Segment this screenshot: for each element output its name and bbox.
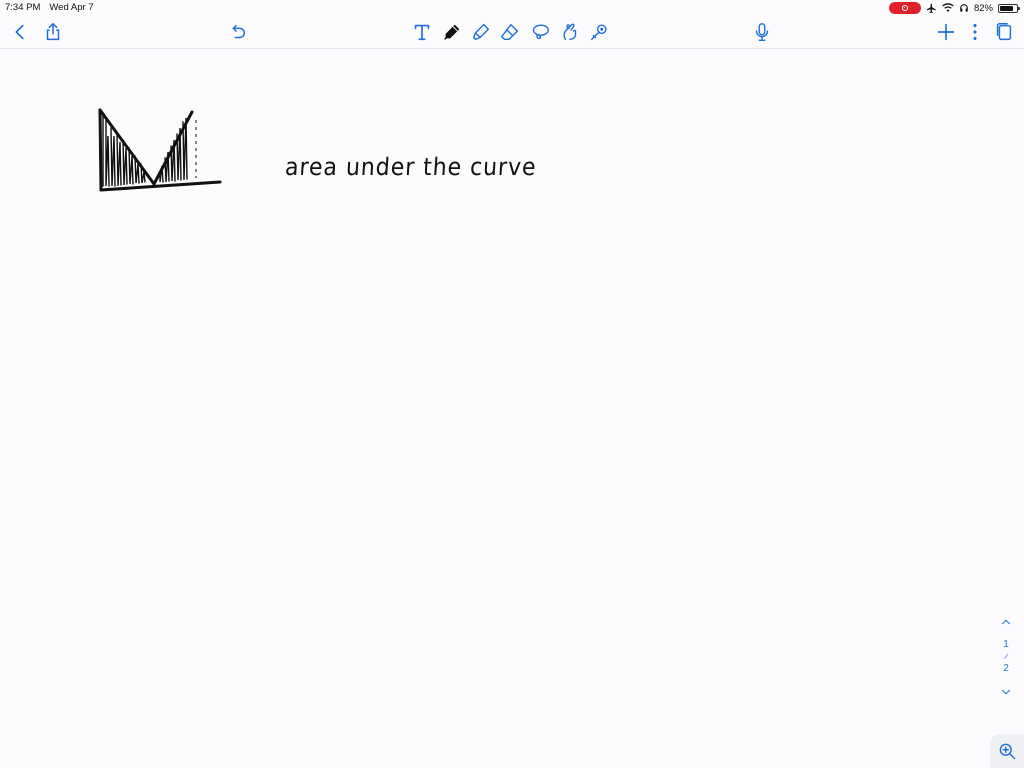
pen-icon bbox=[444, 24, 460, 40]
undo-icon bbox=[232, 24, 245, 39]
battery-icon bbox=[998, 3, 1020, 13]
current-page: 1 bbox=[1003, 639, 1009, 650]
highlighter-tool-button[interactable] bbox=[469, 20, 493, 44]
wifi-icon bbox=[942, 3, 954, 12]
eraser-tool-button[interactable] bbox=[498, 20, 522, 44]
microphone-icon bbox=[755, 23, 769, 41]
status-time: 7:34 PM bbox=[5, 2, 41, 13]
back-icon bbox=[15, 24, 24, 40]
shapes-tool-button[interactable] bbox=[558, 20, 582, 44]
page-navigator: 1 / 2 bbox=[996, 615, 1016, 699]
zoom-in-icon bbox=[999, 743, 1016, 760]
page-separator: / bbox=[1003, 651, 1009, 662]
more-icon bbox=[973, 24, 977, 40]
total-pages: 2 bbox=[1003, 663, 1009, 674]
area-under-curve-sketch bbox=[98, 108, 222, 192]
status-right: 82% bbox=[888, 2, 1020, 14]
text-tool-button[interactable] bbox=[410, 20, 434, 44]
lasso-tool-button[interactable] bbox=[528, 20, 552, 44]
back-button[interactable] bbox=[8, 20, 32, 44]
status-date: Wed Apr 7 bbox=[49, 2, 94, 13]
text-tool-icon bbox=[414, 24, 430, 41]
headphones-icon bbox=[960, 4, 968, 12]
airplane-icon bbox=[926, 3, 936, 13]
laser-pointer-button[interactable] bbox=[587, 20, 611, 44]
status-bar: 7:34 PM Wed Apr 7 82% bbox=[0, 0, 1024, 16]
screen-record-icon[interactable] bbox=[888, 2, 921, 14]
battery-percent: 82% bbox=[973, 2, 993, 14]
zoom-button[interactable] bbox=[990, 734, 1024, 768]
pages-button[interactable] bbox=[992, 20, 1016, 44]
handwritten-note: area under the curve bbox=[284, 153, 538, 181]
status-left: 7:34 PM Wed Apr 7 bbox=[5, 2, 94, 13]
lasso-icon bbox=[532, 24, 549, 40]
pages-icon bbox=[996, 23, 1012, 41]
highlighter-icon bbox=[472, 23, 490, 41]
eraser-icon bbox=[501, 23, 519, 41]
pen-tool-button[interactable] bbox=[440, 20, 464, 44]
add-icon bbox=[937, 23, 955, 41]
undo-button[interactable] bbox=[225, 20, 249, 44]
chevron-down-icon[interactable] bbox=[999, 685, 1013, 699]
shapes-icon bbox=[563, 23, 577, 41]
laser-pointer-icon bbox=[590, 24, 607, 41]
note-canvas[interactable]: area under the curve bbox=[0, 49, 1024, 768]
toolbar bbox=[0, 16, 1024, 49]
add-page-button[interactable] bbox=[934, 20, 958, 44]
chevron-up-icon[interactable] bbox=[999, 615, 1013, 629]
microphone-button[interactable] bbox=[750, 20, 774, 44]
more-button[interactable] bbox=[963, 20, 987, 44]
share-button[interactable] bbox=[41, 20, 65, 44]
share-icon bbox=[46, 23, 60, 41]
